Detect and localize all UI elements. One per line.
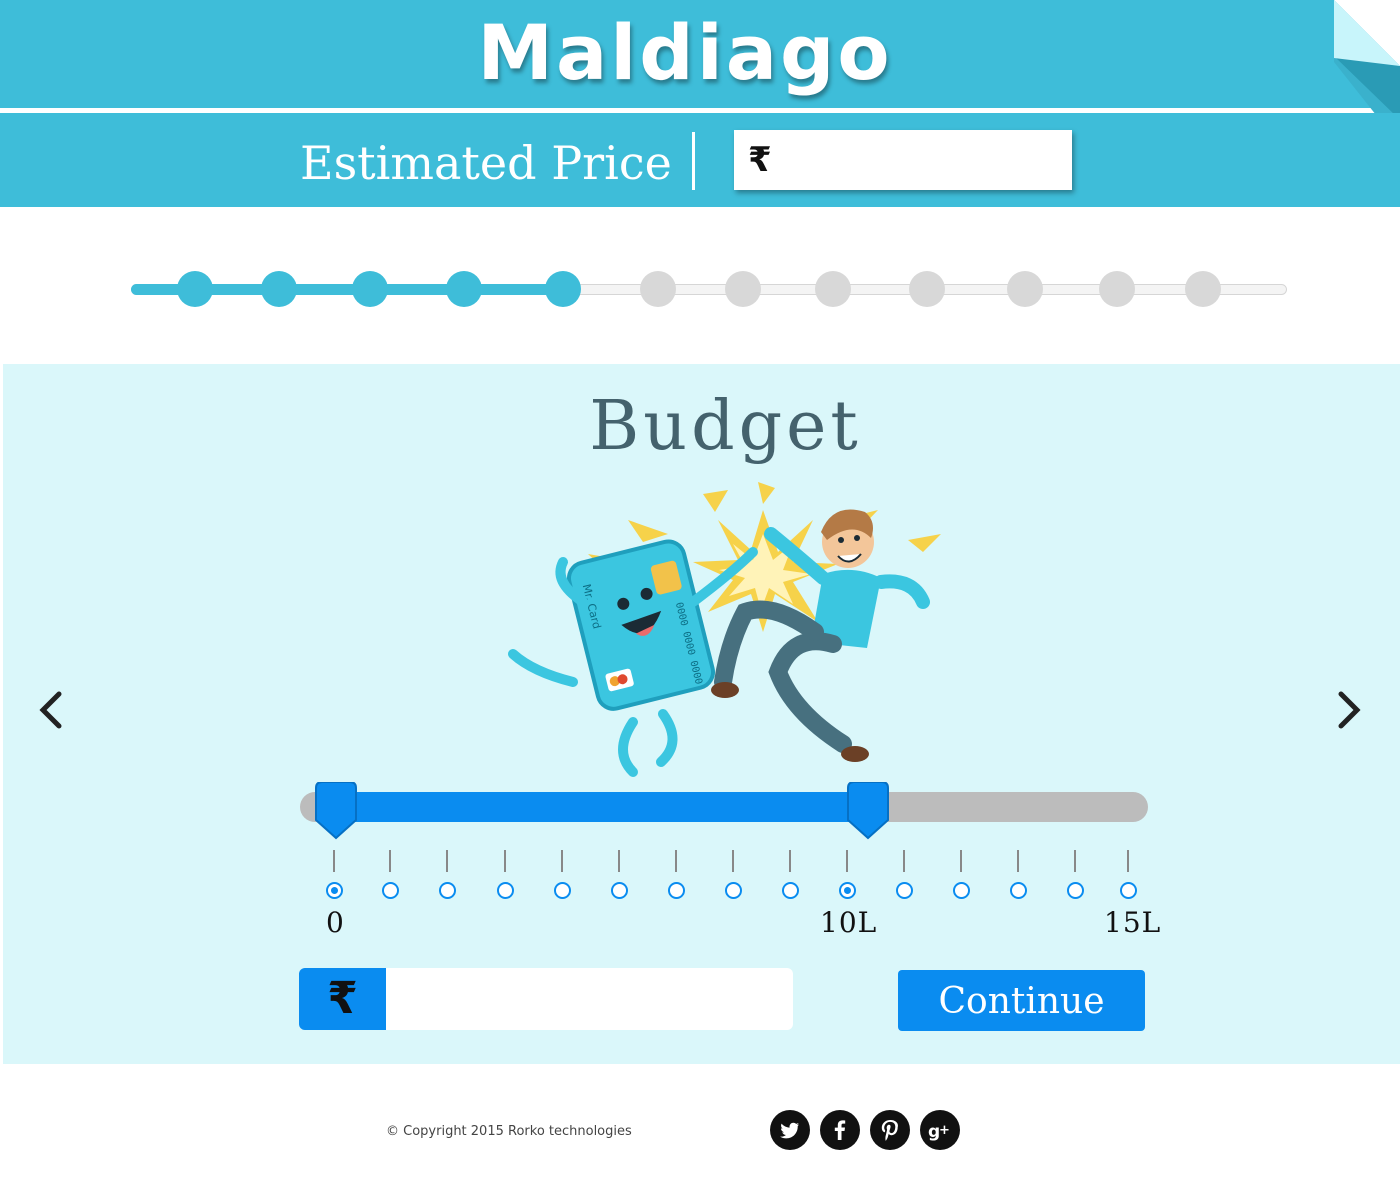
slider-tick xyxy=(333,850,335,872)
scale-label-mid: 10L xyxy=(820,906,878,939)
rupee-icon: ₹ xyxy=(748,140,772,180)
min-slider-handle[interactable] xyxy=(312,782,360,842)
slider-step-dot[interactable] xyxy=(1010,882,1027,899)
slider-step-dot[interactable] xyxy=(725,882,742,899)
slider-tick xyxy=(789,850,791,872)
slider-tick xyxy=(1127,850,1129,872)
progress-step xyxy=(446,271,482,307)
slider-step-dot[interactable] xyxy=(611,882,628,899)
slider-step-dot[interactable] xyxy=(896,882,913,899)
slider-step-dot[interactable] xyxy=(554,882,571,899)
continue-button[interactable]: Continue xyxy=(898,970,1145,1031)
slider-tick xyxy=(732,850,734,872)
site-header: Maldiago xyxy=(0,0,1400,108)
budget-amount-input[interactable] xyxy=(386,968,793,1030)
progress-step xyxy=(545,271,581,307)
slider-step-dot[interactable] xyxy=(1067,882,1084,899)
step-progress xyxy=(0,255,1400,325)
google-plus-icon[interactable]: g + xyxy=(920,1110,960,1150)
estimated-price-bar: Estimated Price ₹ xyxy=(0,113,1400,207)
slider-step-dots xyxy=(0,882,1400,902)
slider-step-dot[interactable] xyxy=(839,882,856,899)
twitter-icon[interactable] xyxy=(770,1110,810,1150)
progress-step xyxy=(177,271,213,307)
slider-tick xyxy=(903,850,905,872)
estimated-price-field: ₹ xyxy=(734,130,1072,190)
scale-label-max: 15L xyxy=(1104,906,1162,939)
slider-tick xyxy=(1074,850,1076,872)
slider-tick xyxy=(1017,850,1019,872)
rupee-prefix: ₹ xyxy=(299,968,386,1030)
budget-title: Budget xyxy=(589,387,862,466)
slider-ticks xyxy=(0,850,1400,874)
budget-panel: Budget Mr. Card 0000 0000 0000 xyxy=(3,364,1400,1064)
chevron-right-icon[interactable] xyxy=(1331,686,1367,734)
slider-tick xyxy=(446,850,448,872)
slider-step-dot[interactable] xyxy=(782,882,799,899)
budget-range-slider[interactable] xyxy=(300,782,1148,840)
slider-step-dot[interactable] xyxy=(953,882,970,899)
slider-step-dot[interactable] xyxy=(382,882,399,899)
progress-step xyxy=(1099,271,1135,307)
progress-step xyxy=(640,271,676,307)
slider-tick xyxy=(675,850,677,872)
card-high-five-illustration: Mr. Card 0000 0000 0000 xyxy=(508,482,941,777)
progress-step xyxy=(1007,271,1043,307)
chevron-left-icon[interactable] xyxy=(33,686,69,734)
slider-tick xyxy=(389,850,391,872)
progress-step xyxy=(261,271,297,307)
estimated-price-label: Estimated Price xyxy=(300,136,672,190)
progress-step xyxy=(352,271,388,307)
slider-tick xyxy=(846,850,848,872)
slider-tick xyxy=(618,850,620,872)
site-logo[interactable]: Maldiago xyxy=(0,8,1370,98)
progress-step xyxy=(909,271,945,307)
slider-step-dot[interactable] xyxy=(326,882,343,899)
progress-step xyxy=(815,271,851,307)
slider-step-dot[interactable] xyxy=(1120,882,1137,899)
progress-step xyxy=(725,271,761,307)
budget-range-fill xyxy=(336,792,866,822)
slider-step-dot[interactable] xyxy=(439,882,456,899)
page-corner-fold xyxy=(1334,0,1400,120)
svg-text:+: + xyxy=(939,1123,950,1138)
budget-amount-group: ₹ xyxy=(299,968,793,1030)
slider-tick xyxy=(960,850,962,872)
slider-step-dot[interactable] xyxy=(668,882,685,899)
slider-tick xyxy=(504,850,506,872)
divider xyxy=(692,132,695,190)
scale-label-min: 0 xyxy=(326,906,345,939)
max-slider-handle[interactable] xyxy=(844,782,892,842)
rupee-icon: ₹ xyxy=(327,973,358,1024)
facebook-icon[interactable] xyxy=(820,1110,860,1150)
progress-step xyxy=(1185,271,1221,307)
copyright-text: © Copyright 2015 Rorko technologies xyxy=(386,1124,632,1139)
slider-step-dot[interactable] xyxy=(497,882,514,899)
pinterest-icon[interactable] xyxy=(870,1110,910,1150)
slider-tick xyxy=(561,850,563,872)
